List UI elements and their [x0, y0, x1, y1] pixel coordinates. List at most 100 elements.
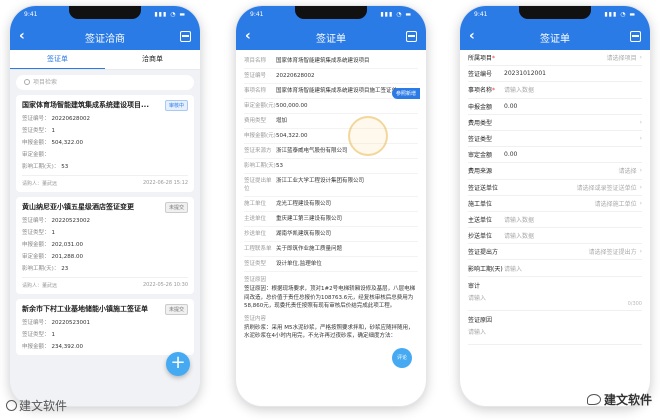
field-label: 签证原因 — [468, 316, 493, 324]
notch — [519, 6, 591, 19]
form-row-construction-unit[interactable]: 施工单位 请选择施工单位 › — [468, 196, 642, 212]
field-label: 影响工期(天) — [244, 163, 276, 169]
form: 所属项目* 请选择项目 › 签证编号 20231012001 事项名称* 请输入数据 申… — [460, 50, 650, 345]
field-label: 费用类型 — [468, 119, 493, 127]
text-input[interactable]: 请输入数据 — [504, 231, 642, 240]
signal-icon: ▮▮▮ ◔ ▬ — [154, 11, 186, 18]
chevron-right-icon: › — [639, 183, 642, 191]
detail-row: 签证来源方 浙江蓝泰威电气股份有限公司 — [244, 144, 418, 159]
char-counter: 0/300 — [627, 300, 642, 307]
form-row-source[interactable]: 费用来源 请选择 › — [468, 163, 642, 180]
field-label: 主送单位 — [468, 216, 493, 224]
field-value: 500,000.00 — [276, 103, 308, 109]
field-value: 20220523001 — [51, 320, 91, 326]
scan-icon[interactable] — [630, 31, 641, 42]
field-value: 1 — [51, 230, 56, 236]
text-input[interactable]: 请输入数据 — [504, 85, 642, 94]
tab-negotiation[interactable]: 洽商单 — [105, 50, 200, 69]
field-label: 审定金额： — [22, 254, 50, 260]
field-value: 20220628002 — [276, 73, 315, 79]
back-icon[interactable]: ‹ — [469, 28, 475, 44]
signal-icon: ▮▮▮ ◔ ▬ — [380, 11, 412, 18]
back-icon[interactable]: ‹ — [19, 28, 25, 44]
form-row-audit[interactable]: 审定金额 0.00 — [468, 147, 642, 164]
approval-seal — [348, 116, 388, 156]
add-button[interactable]: + — [166, 352, 190, 376]
field-value: 201,288.00 — [51, 254, 84, 260]
nav-bar: ‹ 签证洽商 — [10, 24, 200, 50]
scan-icon[interactable] — [180, 31, 191, 42]
chevron-right-icon: › — [639, 248, 642, 256]
field-select[interactable]: 请选择签证提出方 — [504, 247, 637, 256]
tab-visa[interactable]: 签证单 — [10, 50, 105, 69]
list-item[interactable]: 国家体育场智能建筑集成系统建设项目... 审核中 签证编号： 2022062800… — [16, 95, 194, 192]
field-label: 申报金额： — [22, 344, 50, 350]
detail-row: 签证提出单位 浙江工业大学工程设计集团有限公司 — [244, 174, 418, 197]
audit-textarea[interactable]: 审计 请输入 0/300 — [468, 277, 642, 311]
field-value: 重庆建工第三建设有限公司 — [276, 216, 343, 222]
field-label: 签证送单位 — [468, 184, 499, 192]
field-value: 浙江蓝泰威电气股份有限公司 — [276, 148, 348, 154]
field-select[interactable]: 请选择项目 — [504, 53, 637, 62]
field-label: 签证编号： — [22, 116, 50, 122]
field-select[interactable]: 请选择施工单位 — [504, 199, 637, 208]
applicant: 董武远 — [42, 181, 58, 187]
comment-button[interactable]: 评论 — [392, 348, 412, 368]
card-title: 黄山纳尼亚小镇五星级酒店签证变更 — [22, 203, 134, 211]
search-placeholder: 项目检索 — [33, 79, 58, 86]
form-row-cc-unit[interactable]: 抄送单位 请输入数据 — [468, 228, 642, 245]
detail-row: 签证编号 20220628002 — [244, 69, 418, 84]
form-row-send-unit[interactable]: 签证送单位 请选择或录签证送单位 › — [468, 180, 642, 196]
detail-row: 申报金额(元) 504,322.00 — [244, 129, 418, 144]
field-label: 申报金额： — [22, 140, 50, 146]
scan-icon[interactable] — [406, 31, 417, 42]
list-item[interactable]: 黄山纳尼亚小镇五星级酒店签证变更 未提交 签证编号： 20220523002 签证… — [16, 197, 194, 294]
page-title: 签证洽商 — [85, 33, 125, 45]
field-label: 费用来源 — [468, 168, 493, 176]
field-value: 龙光工程建设有限公司 — [276, 201, 332, 207]
field-label: 抄送单位 — [244, 231, 267, 237]
text-input[interactable]: 请输入数据 — [504, 215, 642, 224]
form-row-main-unit[interactable]: 主送单位 请输入数据 — [468, 212, 642, 229]
card-title: 国家体育场智能建筑集成系统建设项目... — [22, 101, 149, 109]
number-input[interactable]: 0.00 — [504, 151, 642, 158]
applicant: 董武远 — [42, 283, 58, 289]
chevron-right-icon: › — [639, 199, 642, 207]
back-icon[interactable]: ‹ — [245, 28, 251, 44]
field-label: 事项名称 — [244, 88, 267, 94]
field-value: 浙江工业大学工程设计集团有限公司 — [276, 178, 365, 184]
phone-form: 9:41 ▮▮▮ ◔ ▬ ‹ 签证单 所属项目* 请选择项目 › 签证编号 202310… — [460, 6, 650, 406]
chevron-right-icon: › — [639, 118, 642, 126]
form-row-amount[interactable]: 申报金额 0.00 — [468, 99, 642, 115]
detail-row: 项目名称 国家体育场智能建筑集成系统建设项目 — [244, 54, 418, 69]
field-label: 审定金额： — [22, 152, 50, 158]
search-input[interactable]: 项目检索 — [16, 75, 194, 90]
form-row-item[interactable]: 事项名称* 请输入数据 — [468, 82, 642, 99]
form-row-project[interactable]: 所属项目* 请选择项目 › — [468, 50, 642, 67]
reference-add-button[interactable]: 参照新增 — [391, 88, 420, 99]
detail-row: 工程联系单 关于即筑作业施工质量问题 — [244, 242, 418, 257]
tab-bar: 签证单 洽商单 — [10, 50, 200, 70]
phone-list: 9:41 ▮▮▮ ◔ ▬ ‹ 签证洽商 签证单 洽商单 项目检索 国家体育场智能建… — [10, 6, 200, 406]
form-row-fee-type[interactable]: 费用类型 › — [468, 115, 642, 131]
form-row-days[interactable]: 影响工期(天) 请输入 — [468, 260, 642, 277]
form-row-proposer[interactable]: 签证提出方 请选择签证提出方 › — [468, 244, 642, 261]
field-select[interactable]: 请选择 — [504, 166, 637, 175]
reason-textarea[interactable]: 签证原因 请输入 — [468, 311, 642, 345]
section-label: 签证原因 — [244, 277, 267, 283]
chevron-right-icon: › — [639, 167, 642, 175]
field-value: 53 — [276, 163, 283, 169]
field-select[interactable]: 请选择或录签证送单位 — [504, 183, 637, 192]
number-input[interactable]: 请输入 — [504, 264, 642, 273]
list-item[interactable]: 新余市下村工业基地储能小镇施工签证单 未提交 签证编号： 20220523001 … — [16, 299, 194, 355]
field-label: 签证编号： — [22, 218, 50, 224]
field-label: 签证类型： — [22, 230, 50, 236]
field-label: 影响工期(天)： — [22, 164, 60, 170]
field-label: 费用类型 — [244, 118, 267, 124]
wechat-logo-icon — [586, 394, 601, 405]
field-value: 20231012001 — [504, 70, 546, 78]
number-input[interactable]: 0.00 — [504, 103, 642, 110]
form-row-visa-type[interactable]: 签证类型 › — [468, 131, 642, 148]
field-label: 签证类型： — [22, 128, 50, 134]
field-label: 事项名称 — [468, 87, 493, 95]
